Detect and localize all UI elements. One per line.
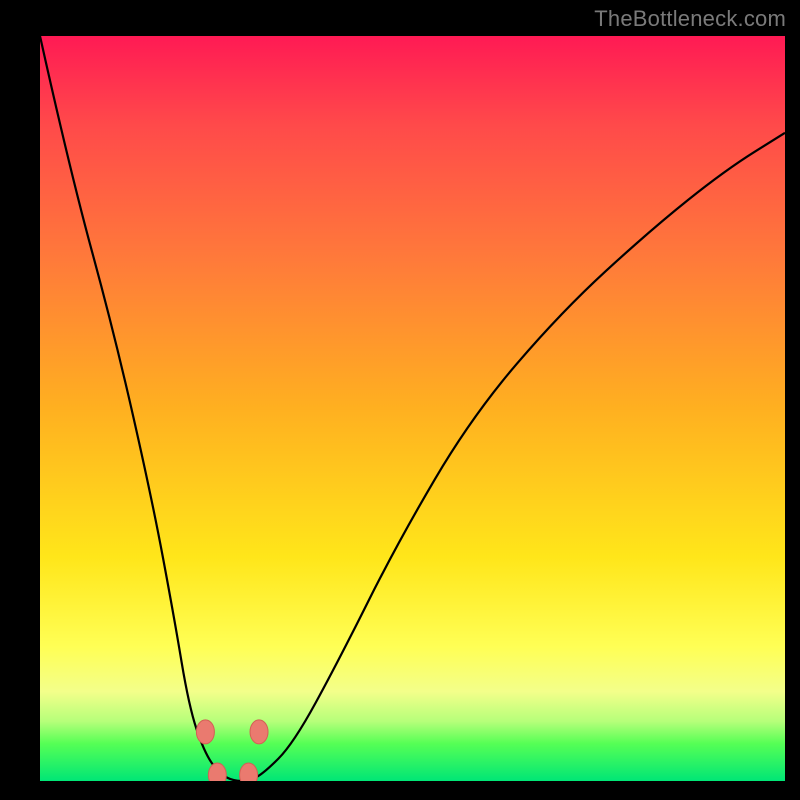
plot-area [40,36,785,781]
curve-marker-1 [250,720,268,744]
bottleneck-curve-path [40,36,785,781]
curve-svg [40,36,785,781]
chart-frame: TheBottleneck.com [0,0,800,800]
curve-marker-0 [196,720,214,744]
watermark-text: TheBottleneck.com [594,6,786,32]
curve-marker-2 [208,763,226,781]
curve-marker-3 [240,763,258,781]
